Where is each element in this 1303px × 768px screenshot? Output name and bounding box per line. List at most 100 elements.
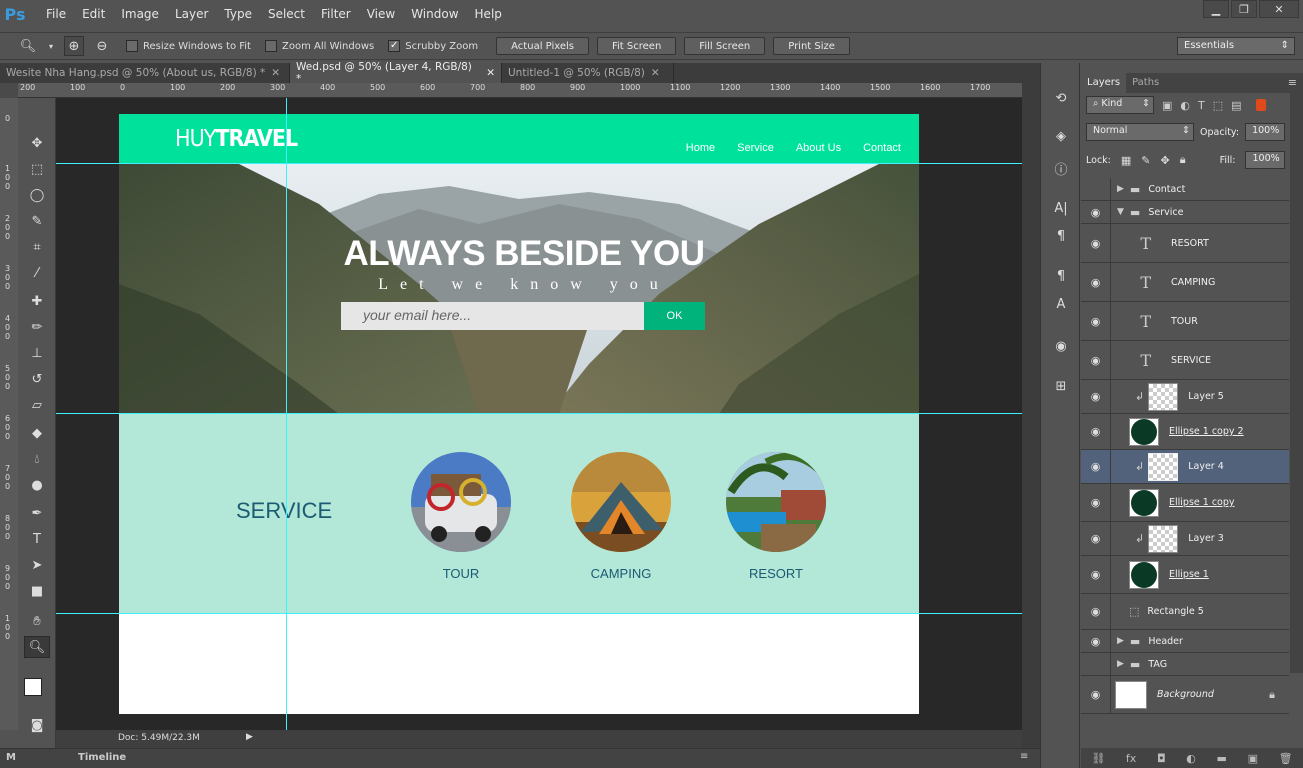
menu-select[interactable]: Select bbox=[260, 0, 313, 28]
eye-icon[interactable]: ◉ bbox=[1081, 263, 1111, 301]
doc-tab-untitled-1[interactable]: Untitled-1 @ 50% (RGB/8) ✕ bbox=[502, 63, 674, 83]
zoom-tool-icon[interactable]: 🔍︎ bbox=[24, 636, 50, 658]
zoom-all-windows-checkbox[interactable]: Zoom All Windows bbox=[264, 40, 374, 52]
filter-pixel-icon[interactable]: ▣ bbox=[1162, 99, 1172, 112]
menu-window[interactable]: Window bbox=[403, 0, 466, 28]
restore-icon[interactable]: ❐ bbox=[1231, 0, 1257, 18]
expand-arrow-icon[interactable]: ▶ bbox=[1117, 184, 1124, 194]
menu-layer[interactable]: Layer bbox=[167, 0, 216, 28]
quick-select-tool-icon[interactable]: ✎ bbox=[24, 210, 50, 232]
filter-type-icon[interactable]: T bbox=[1198, 99, 1205, 112]
path-selection-tool-icon[interactable]: ➤ bbox=[24, 554, 50, 576]
tool-preset-chevron-icon[interactable]: ▾ bbox=[46, 36, 56, 56]
menu-image[interactable]: Image bbox=[113, 0, 167, 28]
blur-tool-icon[interactable]: 💧︎ bbox=[24, 448, 50, 470]
actual-pixels-button[interactable]: Actual Pixels bbox=[496, 37, 589, 55]
filter-shape-icon[interactable]: ⬚ bbox=[1213, 99, 1223, 112]
close-icon[interactable]: ✕ bbox=[271, 67, 280, 79]
canvas-area[interactable]: HUYTRAVEL Home Service About Us Contact bbox=[56, 98, 1022, 730]
clone-stamp-tool-icon[interactable]: ⊥ bbox=[24, 342, 50, 364]
eye-icon[interactable]: ◉ bbox=[1081, 302, 1111, 340]
lock-all-icon[interactable]: 🔒︎ bbox=[1180, 153, 1186, 167]
layer-row[interactable]: ◉ Ellipse 1 copy bbox=[1081, 484, 1289, 522]
eye-icon[interactable]: ◉ bbox=[1081, 201, 1111, 223]
layer-row[interactable]: ◉ Background 🔒︎ bbox=[1081, 676, 1289, 714]
print-size-button[interactable]: Print Size bbox=[773, 37, 850, 55]
layer-row[interactable]: ◉ ▶ ▬ Header bbox=[1081, 630, 1289, 653]
layer-row[interactable]: ◉ ▼ ▬ Service bbox=[1081, 201, 1289, 224]
collapse-arrow-icon[interactable]: ▼ bbox=[1117, 207, 1124, 217]
eye-icon[interactable]: ◉ bbox=[1081, 522, 1111, 555]
status-menu-arrow-icon[interactable]: ▶ bbox=[246, 732, 253, 742]
fill-screen-button[interactable]: Fill Screen bbox=[684, 37, 766, 55]
panel-menu-icon[interactable]: ≡ bbox=[1020, 751, 1028, 762]
paragraph-styles-icon[interactable]: ¶ bbox=[1049, 265, 1073, 287]
layer-row[interactable]: ◉ Ellipse 1 bbox=[1081, 556, 1289, 594]
eye-icon[interactable]: ◉ bbox=[1081, 224, 1111, 262]
layer-row[interactable]: ●▶▬TAG bbox=[1081, 653, 1289, 676]
eyedropper-tool-icon[interactable]: ⁄ bbox=[24, 262, 50, 284]
paint-bucket-tool-icon[interactable]: ◆ bbox=[24, 422, 50, 444]
doc-tab-wed[interactable]: Wed.psd @ 50% (Layer 4, RGB/8) * ✕ bbox=[290, 61, 502, 85]
layer-row[interactable]: ◉ T TOUR bbox=[1081, 302, 1289, 341]
swatches-grid-icon[interactable]: ⊞ bbox=[1049, 375, 1073, 397]
pen-tool-icon[interactable]: ✒ bbox=[24, 502, 50, 524]
guide-horizontal[interactable] bbox=[56, 613, 1022, 614]
ruler-origin[interactable] bbox=[0, 83, 18, 98]
expand-arrow-icon[interactable]: ▶ bbox=[1117, 659, 1124, 669]
layer-row[interactable]: ◉ T SERVICE bbox=[1081, 341, 1289, 380]
eye-icon[interactable]: ◉ bbox=[1081, 556, 1111, 593]
timeline-tab[interactable]: Timeline bbox=[78, 752, 126, 763]
rectangle-tool-icon[interactable]: ■ bbox=[24, 580, 50, 602]
hand-tool-icon[interactable]: ✋︎ bbox=[24, 610, 50, 632]
document-canvas[interactable]: HUYTRAVEL Home Service About Us Contact bbox=[119, 114, 919, 714]
brush-tool-icon[interactable]: ✏ bbox=[24, 316, 50, 338]
eye-icon[interactable]: ◉ bbox=[1081, 341, 1111, 379]
visibility-off-icon[interactable]: ● bbox=[1081, 178, 1111, 200]
adjustment-layer-icon[interactable]: ◐ bbox=[1186, 752, 1196, 765]
eye-icon[interactable]: ◉ bbox=[1081, 450, 1111, 483]
dodge-tool-icon[interactable]: ● bbox=[24, 474, 50, 496]
layer-row[interactable]: ◉ T CAMPING bbox=[1081, 263, 1289, 302]
ruler-vertical[interactable]: 0 1 0 0 2 0 0 3 0 0 4 0 0 5 0 0 6 0 0 7 0 0 8 0 … bbox=[0, 98, 18, 730]
layer-row[interactable]: ◉ ↲ Layer 3 bbox=[1081, 522, 1289, 556]
workspace-select[interactable]: Essentials ⇕ bbox=[1177, 37, 1295, 55]
fill-field[interactable]: 100% bbox=[1245, 151, 1286, 169]
eye-icon[interactable]: ◉ bbox=[1081, 676, 1111, 713]
fx-icon[interactable]: fx bbox=[1126, 752, 1136, 765]
layer-row[interactable]: ◉ ↲ Layer 5 bbox=[1081, 380, 1289, 414]
guide-horizontal[interactable] bbox=[56, 413, 1022, 414]
zoom-in-icon[interactable]: ⊕ bbox=[64, 36, 84, 56]
fit-screen-button[interactable]: Fit Screen bbox=[597, 37, 677, 55]
menu-file[interactable]: File bbox=[38, 0, 74, 28]
minimize-icon[interactable]: ▁ bbox=[1203, 0, 1229, 18]
ruler-horizontal[interactable]: 200 100 0 100 200 300 400 500 600 700 800 900 1000 11… bbox=[18, 83, 1022, 98]
menu-help[interactable]: Help bbox=[467, 0, 510, 28]
blend-mode-select[interactable]: Normal ⇕ bbox=[1086, 123, 1194, 141]
link-layers-icon[interactable]: ⛓ bbox=[1091, 752, 1105, 765]
resize-windows-checkbox[interactable]: Resize Windows to Fit bbox=[126, 40, 251, 52]
eye-icon[interactable]: ◉ bbox=[1081, 630, 1111, 652]
eye-icon[interactable]: ◉ bbox=[1081, 484, 1111, 521]
zoom-tool-icon[interactable]: 🔍︎ bbox=[18, 36, 38, 56]
menu-edit[interactable]: Edit bbox=[74, 0, 113, 28]
expand-arrow-icon[interactable]: ▶ bbox=[1117, 636, 1124, 646]
type-tool-icon[interactable]: T bbox=[24, 528, 50, 550]
character-styles-icon[interactable]: A bbox=[1049, 293, 1073, 315]
doc-tab-website-nha-hang[interactable]: Wesite Nha Hang.psd @ 50% (About us, RGB… bbox=[0, 63, 290, 83]
close-icon[interactable]: ✕ bbox=[1259, 0, 1299, 18]
marquee-tool-icon[interactable]: ⬚ bbox=[24, 158, 50, 180]
3d-icon[interactable]: ◈ bbox=[1049, 125, 1073, 147]
healing-brush-tool-icon[interactable]: ✚ bbox=[24, 290, 50, 312]
new-group-icon[interactable]: ▬ bbox=[1217, 752, 1227, 765]
zoom-out-icon[interactable]: ⊖ bbox=[92, 36, 112, 56]
eye-icon[interactable]: ◉ bbox=[1081, 594, 1111, 629]
crop-tool-icon[interactable]: ⌗ bbox=[24, 236, 50, 258]
visibility-off-icon[interactable]: ● bbox=[1081, 653, 1111, 675]
panel-menu-icon[interactable]: ≡ bbox=[1282, 73, 1303, 93]
menu-view[interactable]: View bbox=[359, 0, 403, 28]
filter-adjustment-icon[interactable]: ◐ bbox=[1180, 99, 1190, 112]
close-icon[interactable]: ✕ bbox=[486, 67, 495, 79]
guide-horizontal[interactable] bbox=[56, 163, 1022, 164]
new-layer-icon[interactable]: ▣ bbox=[1248, 752, 1258, 765]
